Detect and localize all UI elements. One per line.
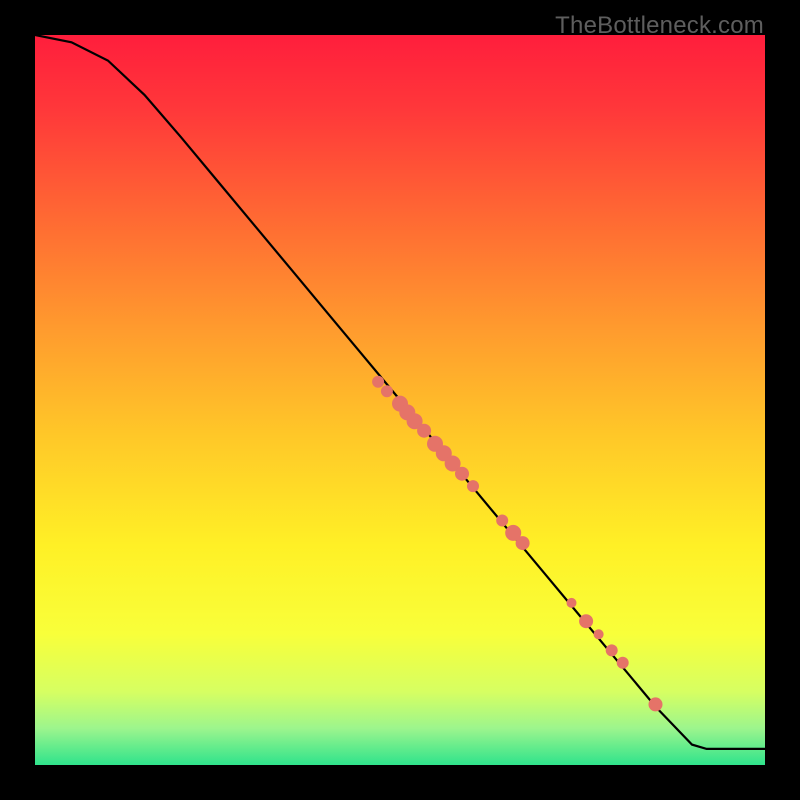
data-point [649, 697, 663, 711]
data-point [381, 385, 393, 397]
watermark-text: TheBottleneck.com [555, 12, 764, 40]
data-point [594, 629, 604, 639]
data-point [617, 657, 629, 669]
data-point [455, 467, 469, 481]
data-point [516, 536, 530, 550]
data-point [606, 644, 618, 656]
curve-line [35, 35, 765, 749]
scatter-points [372, 376, 662, 712]
data-point [467, 480, 479, 492]
data-point [579, 614, 593, 628]
data-point [417, 424, 431, 438]
plot-area [35, 35, 765, 765]
data-point [567, 598, 577, 608]
data-point [372, 376, 384, 388]
data-point [496, 515, 508, 527]
chart-overlay [35, 35, 765, 765]
